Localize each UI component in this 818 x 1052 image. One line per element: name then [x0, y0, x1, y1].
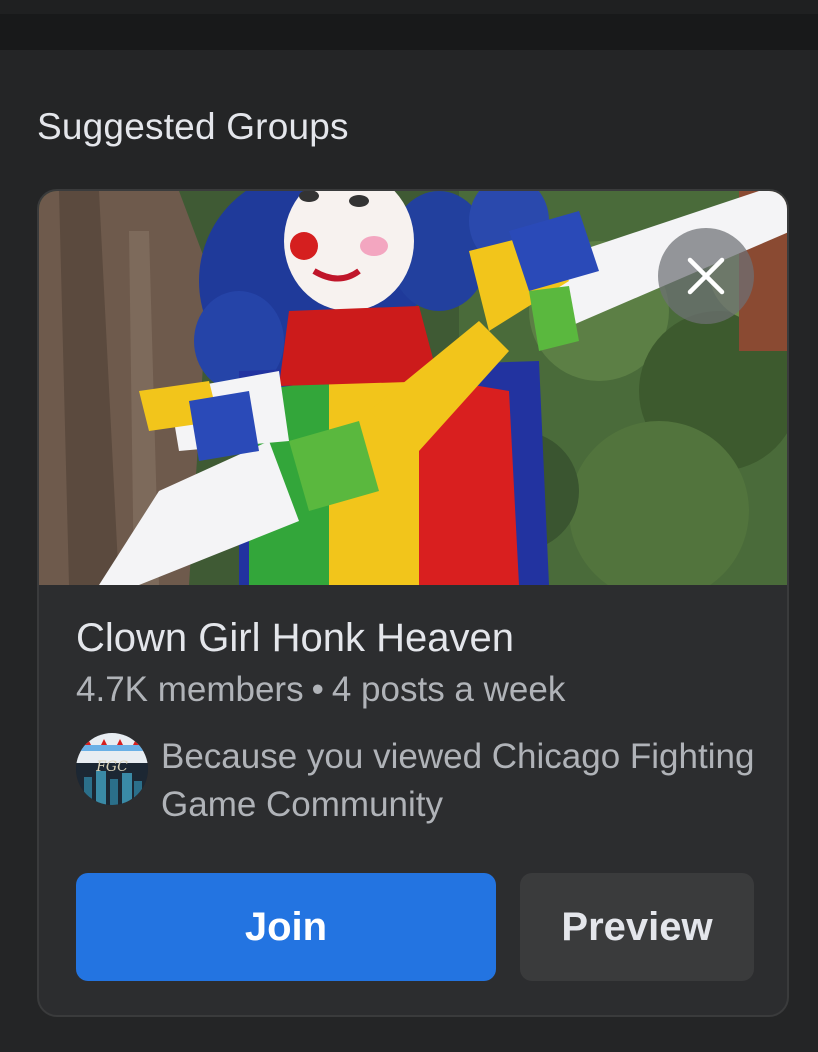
preview-button[interactable]: Preview: [520, 873, 754, 981]
top-bar: [0, 0, 818, 50]
related-group-logo: FGC: [76, 733, 148, 805]
related-group-logo-text: FGC: [95, 759, 128, 775]
related-group-avatar: FGC: [76, 733, 148, 805]
group-member-count: 4.7K members: [76, 670, 304, 709]
group-activity: 4 posts a week: [331, 670, 566, 709]
dismiss-suggestion-button[interactable]: [658, 228, 754, 324]
group-suggestion-card[interactable]: Clown Girl Honk Heaven 4.7K members • 4 po…: [37, 189, 789, 1017]
group-meta: 4.7K members • 4 posts a week: [76, 670, 565, 710]
section-title: Suggested Groups: [37, 106, 349, 147]
close-icon: [687, 257, 725, 295]
top-bar-strip: [0, 0, 818, 14]
join-button[interactable]: Join: [76, 873, 496, 981]
group-cover-photo[interactable]: [39, 191, 787, 585]
suggestion-reason: Because you viewed Chicago Fighting Game…: [161, 737, 755, 824]
group-name[interactable]: Clown Girl Honk Heaven: [76, 616, 514, 661]
meta-separator: •: [311, 670, 324, 709]
